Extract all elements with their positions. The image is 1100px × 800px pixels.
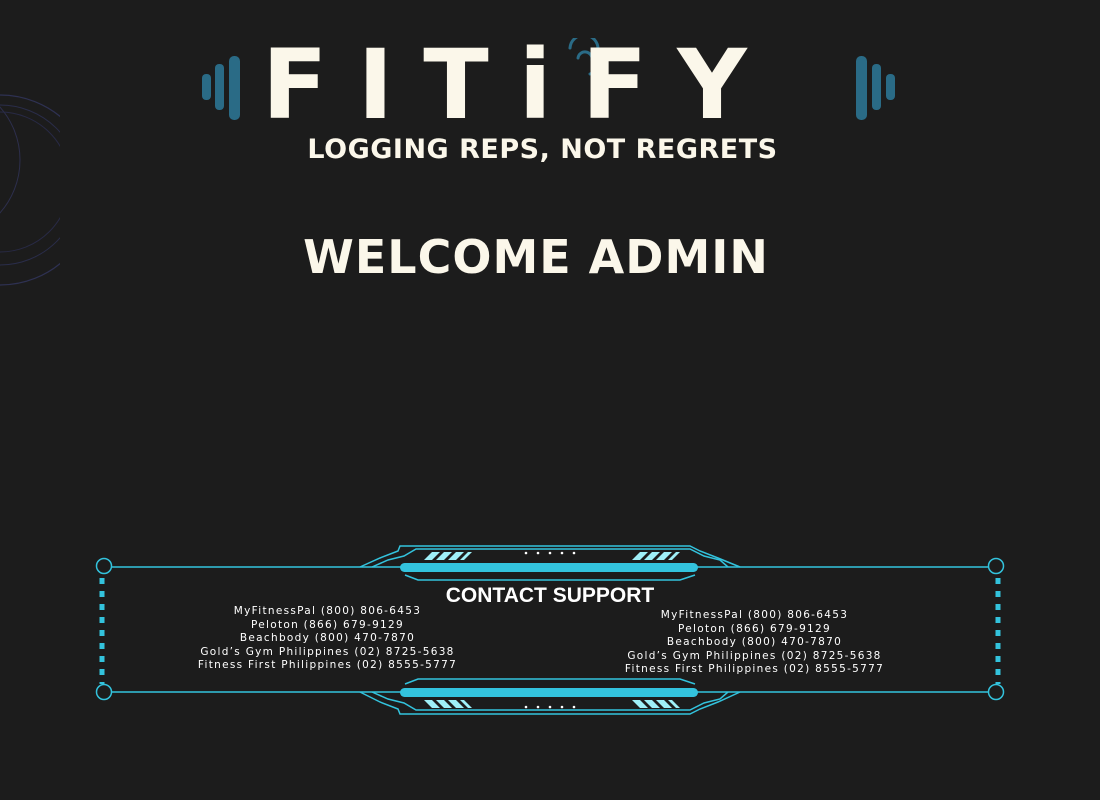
admin-welcome-screen: FITiFY LOGGING REPS, NOT REGRETS WELCOME…: [0, 0, 1100, 800]
contact-list-left: MyFitnessPal (800) 806-6453 Peloton (866…: [170, 605, 485, 673]
contact-item: Fitness First Philippines (02) 8555-5777: [624, 663, 885, 675]
contact-list-right: MyFitnessPal (800) 806-6453 Peloton (866…: [597, 609, 912, 677]
contact-item: MyFitnessPal (800) 806-6453: [660, 609, 849, 621]
support-panel-frame: [95, 545, 1005, 715]
contact-item: Peloton (866) 679-9129: [677, 622, 831, 635]
contact-item: Beachbody (800) 470-7870: [666, 636, 843, 648]
contact-item: MyFitnessPal (800) 806-6453: [233, 605, 422, 617]
contact-item: Gold’s Gym Philippines (02) 8725-5638: [200, 645, 455, 658]
contact-item: Peloton (866) 679-9129: [250, 618, 404, 631]
contact-item: Gold’s Gym Philippines (02) 8725-5638: [627, 649, 882, 662]
contact-item: Fitness First Philippines (02) 8555-5777: [197, 659, 458, 671]
contact-item: Beachbody (800) 470-7870: [239, 632, 416, 644]
